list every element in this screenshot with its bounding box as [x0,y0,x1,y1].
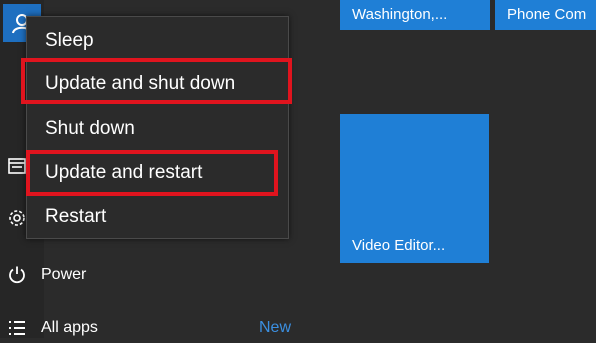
all-apps-button[interactable]: All apps New [0,313,320,343]
power-icon [6,264,28,286]
highlight-update-and-shut-down [21,58,292,104]
all-apps-label: All apps [41,319,98,336]
all-apps-list-icon [6,317,28,339]
power-button[interactable]: Power [0,260,300,290]
menu-item-shut-down[interactable]: Shut down [27,109,288,149]
tile-phone-label: Phone Com [507,6,587,23]
menu-item-sleep[interactable]: Sleep [27,21,288,61]
tile-weather[interactable]: Washington,... [340,0,490,30]
highlight-update-and-restart [26,150,278,196]
menu-item-restart[interactable]: Restart [27,197,288,237]
new-badge: New [259,319,292,336]
settings-gear-icon[interactable] [6,207,28,229]
tile-video-editor[interactable]: Video Editor... [340,114,489,263]
file-explorer-icon[interactable] [6,155,28,177]
power-options-menu: Sleep Update and shut down Shut down Upd… [26,16,289,239]
tile-phone-companion[interactable]: Phone Com [495,0,596,30]
tile-video-editor-label: Video Editor... [352,237,446,254]
tile-weather-label: Washington,... [352,6,448,23]
power-label: Power [41,266,87,283]
